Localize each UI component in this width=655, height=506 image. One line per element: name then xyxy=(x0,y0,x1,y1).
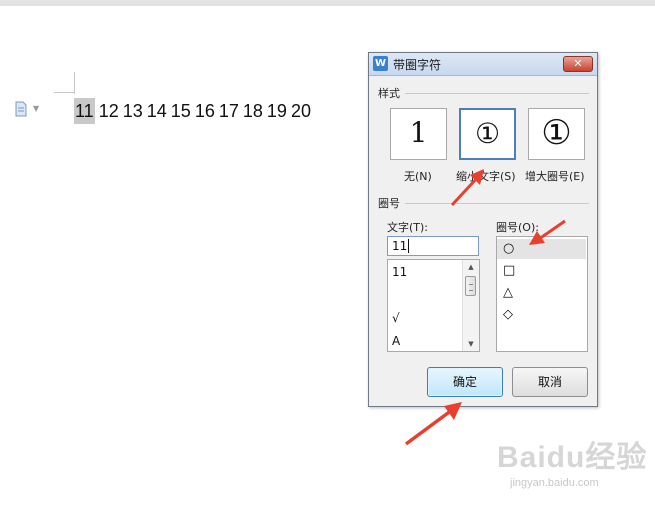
shape-diamond-option[interactable]: ◇ xyxy=(497,305,586,325)
shape-triangle-option[interactable]: △ xyxy=(497,283,586,303)
margin-corner-mark xyxy=(54,92,75,93)
circle-shape-list[interactable]: ○ □ △ ◇ xyxy=(496,236,588,352)
circle-group-label: 圈号 xyxy=(378,197,400,210)
scroll-up-icon[interactable]: ▲ xyxy=(463,260,479,274)
scroll-thumb[interactable] xyxy=(465,276,476,296)
wps-app-icon: W xyxy=(373,56,388,71)
number-text: 14 xyxy=(146,101,167,121)
scroll-down-icon[interactable]: ▼ xyxy=(463,337,479,351)
watermark-brand: Baidu经验 xyxy=(497,441,648,474)
number-text: 12 xyxy=(98,101,119,121)
number-text: 20 xyxy=(290,101,311,121)
style-option-shrink-text[interactable]: ① xyxy=(459,108,516,160)
style-none-glyph: 1 xyxy=(409,116,428,149)
number-text: 15 xyxy=(170,101,191,121)
list-item[interactable]: √ xyxy=(392,311,400,325)
text-input[interactable]: 11 xyxy=(387,236,479,256)
annotation-arrow-icon xyxy=(404,402,462,446)
shape-square-option[interactable]: □ xyxy=(497,261,586,281)
style-enlarge-glyph: ① xyxy=(541,113,572,153)
close-button[interactable]: ✕ xyxy=(563,56,593,72)
annotation-arrow-icon xyxy=(450,169,484,207)
number-text: 13 xyxy=(122,101,143,121)
style-none-label[interactable]: 无(N) xyxy=(404,168,432,184)
chevron-down-icon[interactable]: ▼ xyxy=(33,104,39,113)
baidu-watermark-logo: Baidu经验 xyxy=(497,432,647,476)
ok-button[interactable]: 确定 xyxy=(427,367,503,397)
style-group-label: 样式 xyxy=(378,87,400,100)
text-input-value: 11 xyxy=(392,239,408,253)
list-item[interactable]: 11 xyxy=(392,265,407,279)
margin-corner-mark xyxy=(74,72,75,94)
number-text: 18 xyxy=(242,101,263,121)
top-strip xyxy=(0,0,655,6)
watermark-url: jingyan.baidu.com xyxy=(510,477,599,489)
cancel-button[interactable]: 取消 xyxy=(512,367,588,397)
group-divider xyxy=(405,93,589,94)
annotation-arrow-icon xyxy=(529,219,566,245)
selected-number[interactable]: 11 xyxy=(74,98,95,124)
list-scrollbar[interactable]: ▲ ▼ xyxy=(462,260,479,351)
style-enlarge-label[interactable]: 增大圈号(E) xyxy=(525,168,585,184)
style-option-none[interactable]: 1 xyxy=(390,108,447,160)
number-text: 19 xyxy=(266,101,287,121)
text-list[interactable]: 11 √ A ▲ ▼ xyxy=(387,259,480,352)
text-field-label: 文字(T): xyxy=(387,221,429,234)
number-text: 17 xyxy=(218,101,239,121)
document-text-line[interactable]: 11 12 13 14 15 16 17 18 19 20 xyxy=(74,98,315,124)
group-divider xyxy=(405,203,589,204)
paragraph-menu-icon[interactable] xyxy=(13,101,29,117)
style-option-enlarge-circle[interactable]: ① xyxy=(528,108,585,160)
number-text: 16 xyxy=(194,101,215,121)
dialog-titlebar[interactable]: W 带圈字符 ✕ xyxy=(369,53,597,76)
list-item[interactable]: A xyxy=(392,334,400,348)
dialog-title: 带圈字符 xyxy=(393,58,442,72)
style-shrink-glyph: ① xyxy=(474,117,501,150)
